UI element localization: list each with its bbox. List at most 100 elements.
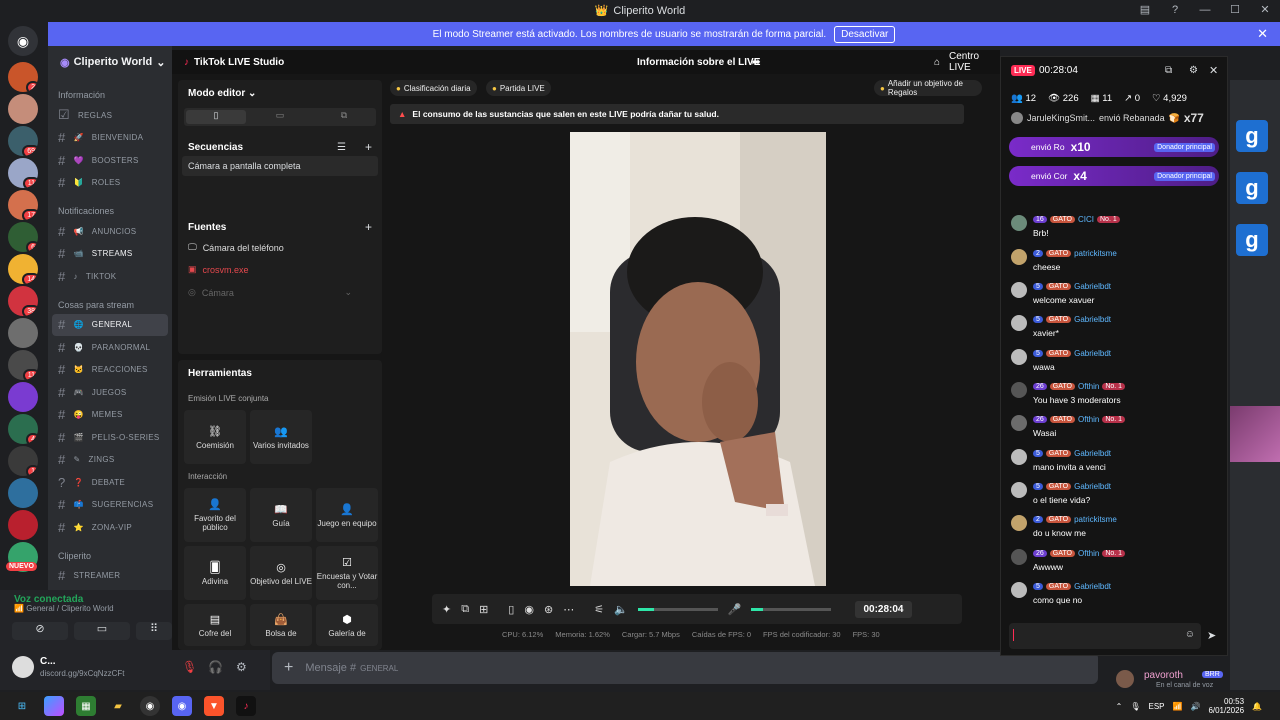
- centro-live-link[interactable]: Centro LIVE: [949, 51, 1000, 73]
- category-header[interactable]: Cliperito: [48, 539, 172, 565]
- phone-icon[interactable]: ▯: [508, 603, 514, 616]
- add-plus-icon[interactable]: +: [284, 659, 293, 677]
- multi-guest-button[interactable]: 👥 Varios invitados: [250, 410, 312, 464]
- server-header[interactable]: ◉ Cliperito World ⌄: [48, 46, 172, 78]
- server-icon[interactable]: 11: [8, 350, 38, 380]
- record-icon[interactable]: ◉: [524, 603, 534, 616]
- channel-memes[interactable]: # 😜 MEMES: [48, 404, 172, 427]
- chat-message[interactable]: 2 GATO patrickitsme cheese: [1011, 249, 1211, 279]
- g-app-icon[interactable]: g: [1236, 120, 1268, 152]
- server-icon[interactable]: 4: [8, 414, 38, 444]
- dual-icon[interactable]: ⧉: [314, 110, 374, 124]
- chevron-down-icon[interactable]: ⌄: [344, 287, 352, 298]
- settings-gear-icon[interactable]: ⚙: [236, 660, 247, 674]
- guide-button[interactable]: 📖 Guía: [250, 488, 312, 542]
- channel-reacciones[interactable]: # 🐱 REACCIONES: [48, 359, 172, 382]
- folder-icon[interactable]: ▰: [108, 696, 128, 716]
- poll-button[interactable]: ☑ Encuesta y Votar con...: [316, 546, 378, 600]
- volume-slider[interactable]: [637, 607, 718, 611]
- live-match-chip[interactable]: ● Partida LIVE: [486, 80, 551, 96]
- deafen-icon[interactable]: 🎧: [208, 660, 223, 674]
- source-phone-camera[interactable]: 🖵 Cámara del teléfono: [178, 238, 294, 257]
- commenter-name[interactable]: Ofthin: [1078, 415, 1099, 424]
- g-app-icon[interactable]: g: [1236, 224, 1268, 256]
- commenter-name[interactable]: patrickitsme: [1074, 249, 1117, 258]
- chat-message[interactable]: 26 GATO Ofthin No. 1 You have 3 moderators: [1011, 382, 1211, 412]
- popout-icon[interactable]: ⧉: [1165, 65, 1172, 76]
- brave-icon[interactable]: ▼: [204, 696, 224, 716]
- emoji-icon[interactable]: ☺: [1185, 629, 1195, 640]
- chevron-up-icon[interactable]: ⌃: [1116, 702, 1123, 711]
- source-crosvm[interactable]: ▣ crosvm.exe: [178, 260, 259, 279]
- chat-message[interactable]: 5 GATO Gabrielbdt o el tiene vida?: [1011, 482, 1211, 512]
- discord-icon[interactable]: ◉: [172, 696, 192, 716]
- server-icon[interactable]: 6: [8, 222, 38, 252]
- list-icon[interactable]: ☰: [337, 142, 346, 153]
- channel-anuncios[interactable]: # 📢 ANUNCIOS: [48, 220, 172, 243]
- mic-tray-icon[interactable]: 🎙: [1130, 702, 1140, 711]
- server-icon[interactable]: [8, 382, 38, 412]
- server-icon[interactable]: [8, 318, 38, 348]
- magic-icon[interactable]: ✦: [442, 603, 451, 616]
- close-banner-icon[interactable]: ✕: [1257, 26, 1268, 42]
- category-header[interactable]: Notificaciones: [48, 194, 172, 220]
- maximize-button[interactable]: ☐: [1220, 0, 1250, 21]
- screen-share-button[interactable]: ▭: [74, 622, 130, 640]
- close-chat-icon[interactable]: ✕: [1209, 64, 1218, 77]
- chat-message[interactable]: 26 GATO Ofthin No. 1 Wasai: [1011, 415, 1211, 445]
- add-scene-icon[interactable]: ⊞: [479, 603, 488, 616]
- server-icon[interactable]: [8, 478, 38, 508]
- channel-streams[interactable]: # 📹 STREAMS: [48, 243, 172, 266]
- team-game-button[interactable]: 👤 Juego en equipo: [316, 488, 378, 542]
- help-icon[interactable]: ?: [1160, 0, 1190, 21]
- server-icon[interactable]: [8, 510, 38, 540]
- mic-slider[interactable]: [751, 607, 832, 611]
- server-icon[interactable]: 2: [8, 62, 38, 92]
- commenter-name[interactable]: Gabrielbdt: [1074, 449, 1111, 458]
- server-icon[interactable]: 1: [8, 446, 38, 476]
- message-input-bar[interactable]: + Mensaje # GENERAL: [272, 652, 1098, 684]
- volume-icon[interactable]: 🔈: [614, 603, 628, 616]
- mic-icon[interactable]: 🎤: [728, 603, 742, 616]
- commenter-name[interactable]: Gabrielbdt: [1074, 315, 1111, 324]
- channel-tiktok[interactable]: # ♪ TIKTOK: [48, 265, 172, 288]
- store-icon[interactable]: ▦: [76, 696, 96, 716]
- lang-indicator[interactable]: ESP: [1148, 702, 1164, 711]
- activities-button[interactable]: ⠿: [136, 622, 172, 640]
- channel-zona-vip[interactable]: # ⭐ ZONA-VIP: [48, 516, 172, 539]
- channel-reglas[interactable]: ☑ REGLAS: [48, 104, 172, 127]
- guess-button[interactable]: 🂠 Adivina: [184, 546, 246, 600]
- add-source-icon[interactable]: +: [365, 220, 372, 234]
- volume-tray-icon[interactable]: 🔊: [1190, 702, 1200, 711]
- server-icon[interactable]: 38: [8, 286, 38, 316]
- gallery-button[interactable]: ⬢ Galería de: [316, 604, 378, 646]
- costream-button[interactable]: ⛓ Coemisión: [184, 410, 246, 464]
- chat-message[interactable]: 16 GATO CICI No. 1 Brb!: [1011, 215, 1211, 245]
- wifi-icon[interactable]: 📶: [1173, 702, 1183, 711]
- server-icon[interactable]: 17: [8, 190, 38, 220]
- commenter-name[interactable]: Ofthin: [1078, 549, 1099, 558]
- settings-sliders-icon[interactable]: ⚟: [594, 603, 604, 616]
- server-icon[interactable]: 14: [8, 254, 38, 284]
- commenter-name[interactable]: CICI: [1078, 215, 1094, 224]
- mute-icon[interactable]: 🎙: [182, 660, 197, 674]
- discord-home-icon[interactable]: ◉: [8, 26, 38, 56]
- live-goal-button[interactable]: ◎ Objetivo del LIVE: [250, 546, 312, 600]
- member-pavoroth[interactable]: pavoroth BRR En el canal de voz: [1116, 668, 1236, 690]
- copilot-icon[interactable]: [44, 696, 64, 716]
- category-header[interactable]: Información: [48, 78, 172, 104]
- tiktok-icon[interactable]: ♪: [236, 696, 256, 716]
- commenter-name[interactable]: Gabrielbdt: [1074, 349, 1111, 358]
- avatar[interactable]: [12, 656, 34, 678]
- video-off-button[interactable]: ⊘: [12, 622, 68, 640]
- channel-streamer[interactable]: # STREAMER: [48, 565, 172, 588]
- landscape-icon[interactable]: ▭: [250, 110, 310, 124]
- bag-button[interactable]: 👜 Bolsa de: [250, 604, 312, 646]
- chat-input[interactable]: ☺: [1009, 623, 1201, 649]
- chat-message[interactable]: 2 GATO patrickitsme do u know me: [1011, 515, 1211, 545]
- editor-mode-dropdown[interactable]: Modo editor ⌄: [178, 80, 382, 107]
- daily-ranking-chip[interactable]: ● Clasificación diaria: [390, 80, 477, 96]
- chat-message[interactable]: 5 GATO Gabrielbdt xavier*: [1011, 315, 1211, 345]
- sequence-item[interactable]: Cámara a pantalla completa: [182, 156, 378, 176]
- server-icon[interactable]: 11: [8, 158, 38, 188]
